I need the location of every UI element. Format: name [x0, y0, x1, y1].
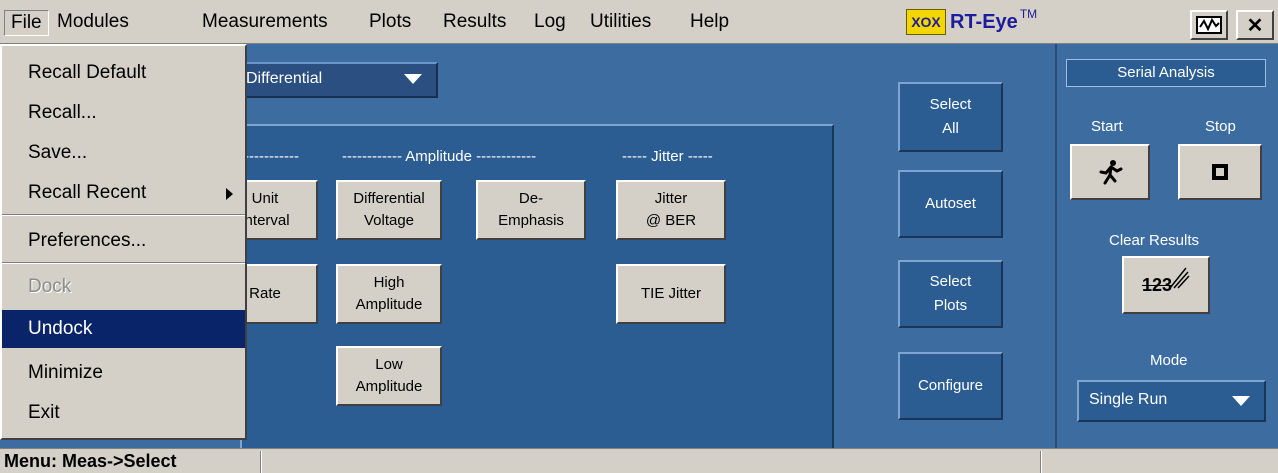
signal-type-value: Differential — [246, 70, 323, 87]
stop-square-icon — [1212, 164, 1228, 180]
chevron-down-icon — [404, 74, 422, 84]
status-divider — [260, 451, 262, 473]
menu-item-recall-default[interactable]: Recall Default — [2, 54, 245, 92]
menu-bar: File Modules Measurements Plots Results … — [0, 0, 1278, 44]
menu-separator — [2, 262, 245, 264]
de-emphasis-label-2: Emphasis — [498, 212, 564, 229]
amplitude-header: ------------ Amplitude ------------ — [342, 148, 537, 165]
running-man-icon — [1099, 160, 1123, 185]
select-plots-label-1: Select — [929, 273, 972, 290]
brand-name: RT-Eye — [950, 10, 1018, 33]
differential-voltage-label-2: Voltage — [363, 212, 415, 229]
jitter-at-ber-label-2: @ BER — [645, 212, 697, 229]
menu-item-recall[interactable]: Recall... — [2, 94, 245, 132]
menu-separator — [2, 214, 245, 216]
autoset-label: Autoset — [925, 195, 976, 212]
start-button[interactable] — [1070, 144, 1150, 200]
low-amplitude-button[interactable]: Low Amplitude — [336, 346, 442, 406]
configure-button[interactable]: Configure — [898, 352, 1003, 420]
eraser-icon: 123 — [1142, 275, 1172, 296]
menu-log[interactable]: Log — [528, 10, 572, 36]
select-plots-button[interactable]: Select Plots — [898, 260, 1003, 328]
select-all-button[interactable]: Select All — [898, 82, 1003, 152]
measurement-group — [240, 124, 834, 450]
signal-type-dropdown[interactable]: Differential — [240, 62, 438, 98]
autoset-button[interactable]: Autoset — [898, 170, 1003, 238]
clear-icon-text: 123 — [1141, 274, 1173, 295]
clear-results-label: Clear Results — [1109, 232, 1200, 249]
high-amplitude-label-1: High — [373, 274, 405, 291]
low-amplitude-label-2: Amplitude — [355, 378, 423, 395]
select-plots-label-2: Plots — [933, 297, 968, 314]
de-emphasis-label-1: De- — [518, 190, 544, 207]
select-all-label-1: Select — [929, 96, 972, 113]
status-bar: Menu: Meas->Select — [0, 448, 1278, 473]
low-amplitude-label-1: Low — [375, 356, 403, 373]
mode-label: Mode — [1150, 352, 1188, 369]
high-amplitude-label-2: Amplitude — [355, 296, 423, 313]
high-amplitude-button[interactable]: High Amplitude — [336, 264, 442, 324]
start-label: Start — [1091, 118, 1123, 135]
tie-jitter-button[interactable]: TIE Jitter — [616, 264, 726, 324]
menu-item-exit[interactable]: Exit — [2, 394, 245, 432]
chevron-down-icon — [1232, 396, 1250, 406]
mode-value: Single Run — [1089, 391, 1168, 408]
de-emphasis-button[interactable]: De- Emphasis — [476, 180, 586, 240]
stop-button[interactable] — [1178, 144, 1262, 200]
jitter-header: ----- Jitter ----- — [622, 148, 713, 165]
menu-help[interactable]: Help — [684, 10, 735, 36]
brand-trademark: TM — [1019, 7, 1038, 21]
menu-file[interactable]: File — [4, 10, 49, 36]
mode-dropdown[interactable]: Single Run — [1077, 380, 1266, 422]
close-icon: ✕ — [1246, 14, 1264, 37]
brand-logo: XOX — [906, 9, 946, 35]
status-text: Menu: Meas->Select — [4, 451, 177, 471]
menu-item-dock: Dock — [28, 276, 72, 297]
jitter-at-ber-button[interactable]: Jitter @ BER — [616, 180, 726, 240]
jitter-at-ber-label-1: Jitter — [654, 190, 688, 207]
serial-analysis-title: Serial Analysis — [1066, 59, 1266, 87]
menu-item-save[interactable]: Save... — [2, 134, 245, 172]
menu-modules[interactable]: Modules — [51, 10, 135, 36]
recall-recent-label: Recall Recent — [28, 182, 147, 203]
menu-item-preferences[interactable]: Preferences... — [2, 222, 245, 260]
configure-label: Configure — [917, 377, 984, 394]
menu-plots[interactable]: Plots — [363, 10, 417, 36]
restore-icon — [1196, 16, 1222, 34]
status-divider — [1040, 451, 1042, 473]
menu-results[interactable]: Results — [437, 10, 512, 36]
tie-jitter-label: TIE Jitter — [640, 285, 701, 302]
file-menu: Recall Default Recall... Save... Recall … — [0, 44, 247, 440]
differential-voltage-label-1: Differential — [353, 190, 425, 207]
stop-label: Stop — [1205, 118, 1236, 135]
menu-measurements[interactable]: Measurements — [196, 10, 334, 36]
select-all-label-2: All — [942, 120, 959, 137]
brand: XOX RT-Eye TM — [906, 6, 1037, 38]
restore-button[interactable] — [1190, 10, 1228, 40]
timing-header: ----------- — [244, 148, 299, 165]
menu-utilities[interactable]: Utilities — [584, 10, 657, 36]
close-button[interactable]: ✕ — [1236, 10, 1274, 40]
menu-item-recall-recent[interactable]: Recall Recent — [2, 174, 245, 212]
differential-voltage-button[interactable]: Differential Voltage — [336, 180, 442, 240]
clear-results-button[interactable]: 123 — [1122, 256, 1210, 314]
menu-item-undock[interactable]: Undock — [2, 310, 245, 348]
menu-item-minimize[interactable]: Minimize — [2, 354, 245, 392]
chevron-right-icon — [226, 188, 233, 200]
